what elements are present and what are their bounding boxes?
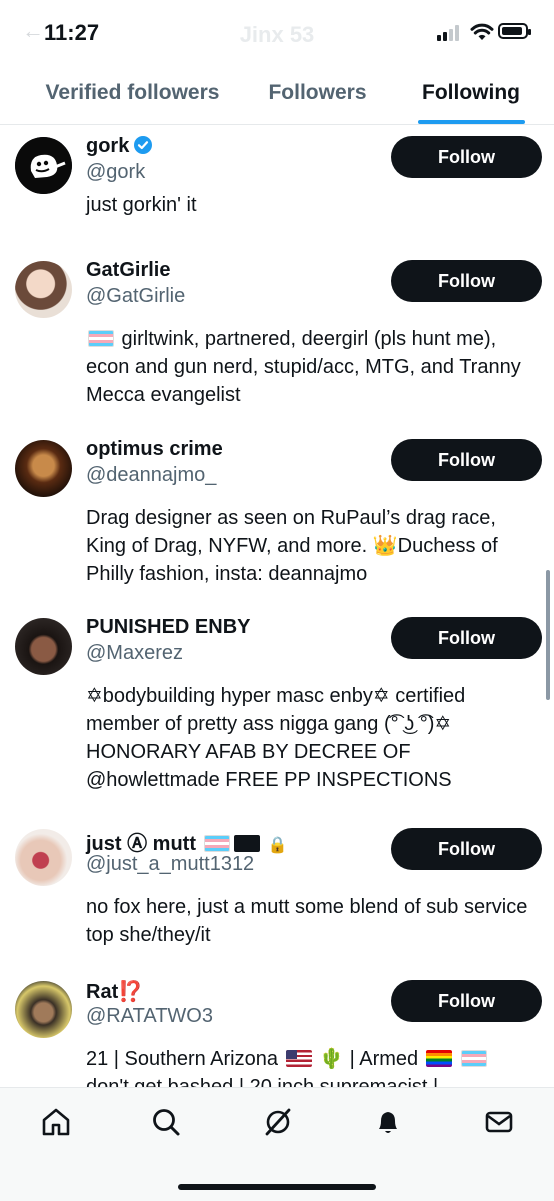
display-name: GatGirlie — [86, 259, 171, 281]
messages-icon[interactable] — [483, 1106, 515, 1138]
user-bio: no fox here, just a mutt some blend of s… — [86, 896, 528, 946]
home-indicator — [178, 1184, 376, 1190]
trans-flag-icon — [461, 1050, 488, 1067]
avatar[interactable] — [15, 618, 72, 675]
following-list: gork @gork just gorkin' it Follow GatGir… — [0, 125, 554, 1087]
display-name: optimus crime — [86, 438, 223, 460]
battery-icon — [498, 23, 531, 39]
rainbow-flag-icon — [425, 1050, 452, 1067]
user-bio: just gorkin' it — [86, 194, 197, 216]
user-bio: girltwink, partnered, deergirl (pls hunt… — [86, 328, 521, 406]
home-icon[interactable] — [40, 1106, 72, 1138]
follow-button[interactable]: Follow — [391, 828, 542, 870]
gork-logo-icon — [15, 137, 72, 194]
verified-badge-icon — [134, 136, 153, 154]
follow-button[interactable]: Follow — [391, 439, 542, 481]
user-handle: @RATATWO3 — [86, 1005, 213, 1027]
scrollbar[interactable] — [546, 570, 550, 700]
user-handle: @just_a_mutt1312 — [86, 853, 255, 875]
clock: 11:27 — [44, 20, 100, 45]
tab-bar: Verified followers Followers Following — [0, 66, 554, 125]
avatar[interactable] — [15, 261, 72, 318]
signal-icon — [437, 25, 463, 41]
follow-button[interactable]: Follow — [391, 980, 542, 1022]
tab-active-indicator — [418, 120, 525, 124]
follow-button[interactable]: Follow — [391, 617, 542, 659]
lock-icon: 🔒 — [267, 837, 288, 854]
tab-following[interactable]: Following — [395, 66, 547, 124]
grok-icon[interactable] — [262, 1106, 294, 1138]
search-icon[interactable] — [150, 1106, 182, 1138]
follow-button[interactable]: Follow — [391, 260, 542, 302]
status-bar: ← Jinx 53 11:27 — [0, 0, 554, 66]
trans-flag-icon — [88, 330, 114, 347]
user-bio: 21 | Southern Arizona 🌵 | Armed don't ge… — [86, 1045, 536, 1087]
avatar[interactable] — [15, 829, 72, 886]
user-bio: ✡bodybuilding hyper masc enby✡ certified… — [86, 685, 466, 791]
avatar[interactable] — [15, 137, 72, 194]
display-name: Rat⁉️ — [86, 981, 144, 1003]
display-name: PUNISHED ENBY — [86, 616, 251, 638]
tab-followers[interactable]: Followers — [255, 66, 380, 124]
wifi-icon — [470, 23, 494, 40]
user-bio: Drag designer as seen on RuPaul’s drag r… — [86, 507, 498, 585]
tab-verified-followers[interactable]: Verified followers — [10, 66, 255, 124]
display-name: just Ⓐ mutt 🔒 — [86, 833, 288, 855]
user-handle: @Maxerez — [86, 642, 183, 664]
user-handle: @GatGirlie — [86, 285, 186, 307]
user-handle: @gork — [86, 161, 146, 183]
notifications-icon[interactable] — [372, 1106, 404, 1138]
avatar[interactable] — [15, 981, 72, 1038]
black-flag-icon — [233, 835, 260, 852]
follow-button[interactable]: Follow — [391, 136, 542, 178]
user-handle: @deannajmo_ — [86, 464, 217, 486]
display-name: gork — [86, 135, 153, 158]
us-flag-icon — [285, 1050, 312, 1067]
avatar[interactable] — [15, 440, 72, 497]
trans-flag-icon — [203, 835, 230, 852]
